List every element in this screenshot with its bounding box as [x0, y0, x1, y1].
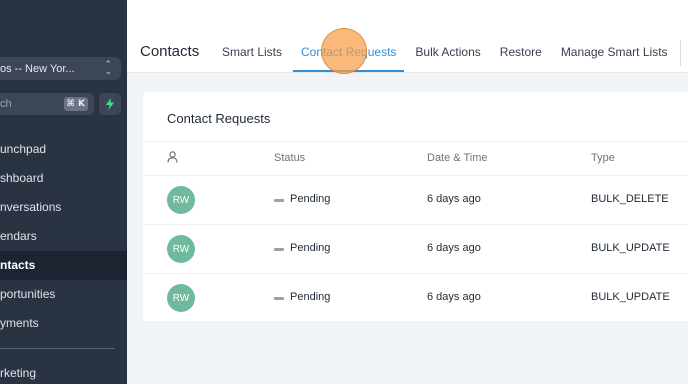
avatar: RW — [167, 235, 195, 263]
status-dash-icon — [274, 248, 284, 251]
column-header-status[interactable]: Status — [274, 152, 305, 164]
location-name: os -- New Yor... — [0, 62, 75, 75]
page-title: Contacts — [140, 43, 200, 60]
type-cell: BULK_UPDATE — [591, 291, 670, 303]
tab-manage-smart-lists[interactable]: Manage Smart Lists — [561, 45, 668, 72]
datetime-cell: 6 days ago — [427, 242, 481, 254]
search-input[interactable]: ch ⌘ K — [0, 93, 94, 115]
sidebar: os -- New Yor... ⌃ ⌄ ch ⌘ K unchpad shboa… — [0, 0, 127, 384]
table-header: Status Date & Time Type — [143, 142, 688, 176]
contact-requests-card: Contact Requests Status Date & Time Type… — [143, 92, 688, 321]
table-row[interactable]: RW Pending 6 days ago BULK_UPDATE — [143, 274, 688, 323]
sidebar-nav: unchpad shboard nversations endars ntact… — [0, 135, 127, 338]
sidebar-divider — [0, 348, 115, 349]
table-row[interactable]: RW Pending 6 days ago BULK_DELETE — [143, 176, 688, 225]
page-header: Contacts Smart Lists Contact Requests Bu… — [127, 0, 688, 74]
status-dash-icon — [274, 199, 284, 202]
type-cell: BULK_UPDATE — [591, 242, 670, 254]
bolt-icon — [106, 98, 114, 110]
updown-caret-icon: ⌃ ⌄ — [104, 59, 112, 76]
avatar: RW — [167, 186, 195, 214]
sidebar-item-launchpad[interactable]: unchpad — [0, 135, 127, 164]
sidebar-item-label: yments — [0, 316, 39, 330]
sidebar-item-calendars[interactable]: endars — [0, 222, 127, 251]
tab-bar: Smart Lists Contact Requests Bulk Action… — [222, 45, 687, 72]
avatar: RW — [167, 284, 195, 312]
status-cell: Pending — [290, 291, 331, 303]
status-cell: Pending — [290, 242, 331, 254]
column-header-datetime[interactable]: Date & Time — [427, 152, 488, 164]
tab-smart-lists[interactable]: Smart Lists — [222, 45, 282, 72]
location-switcher[interactable]: os -- New Yor... ⌃ ⌄ — [0, 57, 121, 80]
search-placeholder: ch — [0, 98, 12, 110]
sidebar-item-label: ntacts — [0, 258, 36, 272]
sidebar-item-contacts[interactable]: ntacts — [0, 251, 127, 280]
datetime-cell: 6 days ago — [427, 193, 481, 205]
sidebar-item-label: shboard — [0, 171, 44, 185]
status-dash-icon — [274, 297, 284, 300]
sidebar-item-label: portunities — [0, 287, 56, 301]
sidebar-item-marketing[interactable]: rketing — [0, 366, 36, 380]
sidebar-item-label: nversations — [0, 200, 62, 214]
sidebar-item-label: unchpad — [0, 142, 47, 156]
sidebar-item-payments[interactable]: yments — [0, 309, 127, 338]
table-row[interactable]: RW Pending 6 days ago BULK_UPDATE — [143, 225, 688, 274]
type-cell: BULK_DELETE — [591, 193, 669, 205]
sidebar-item-dashboard[interactable]: shboard — [0, 164, 127, 193]
status-cell: Pending — [290, 193, 331, 205]
tab-bulk-actions[interactable]: Bulk Actions — [415, 45, 480, 72]
sidebar-item-label: endars — [0, 229, 37, 243]
datetime-cell: 6 days ago — [427, 291, 481, 303]
tab-restore[interactable]: Restore — [500, 45, 542, 72]
card-title: Contact Requests — [167, 111, 271, 126]
column-header-type[interactable]: Type — [591, 152, 615, 164]
user-icon — [167, 151, 178, 166]
sidebar-item-opportunities[interactable]: portunities — [0, 280, 127, 309]
header-divider — [680, 40, 681, 66]
click-indicator — [321, 28, 367, 74]
quick-action-button[interactable] — [99, 93, 121, 115]
sidebar-item-conversations[interactable]: nversations — [0, 193, 127, 222]
search-shortcut: ⌘ K — [63, 97, 88, 111]
